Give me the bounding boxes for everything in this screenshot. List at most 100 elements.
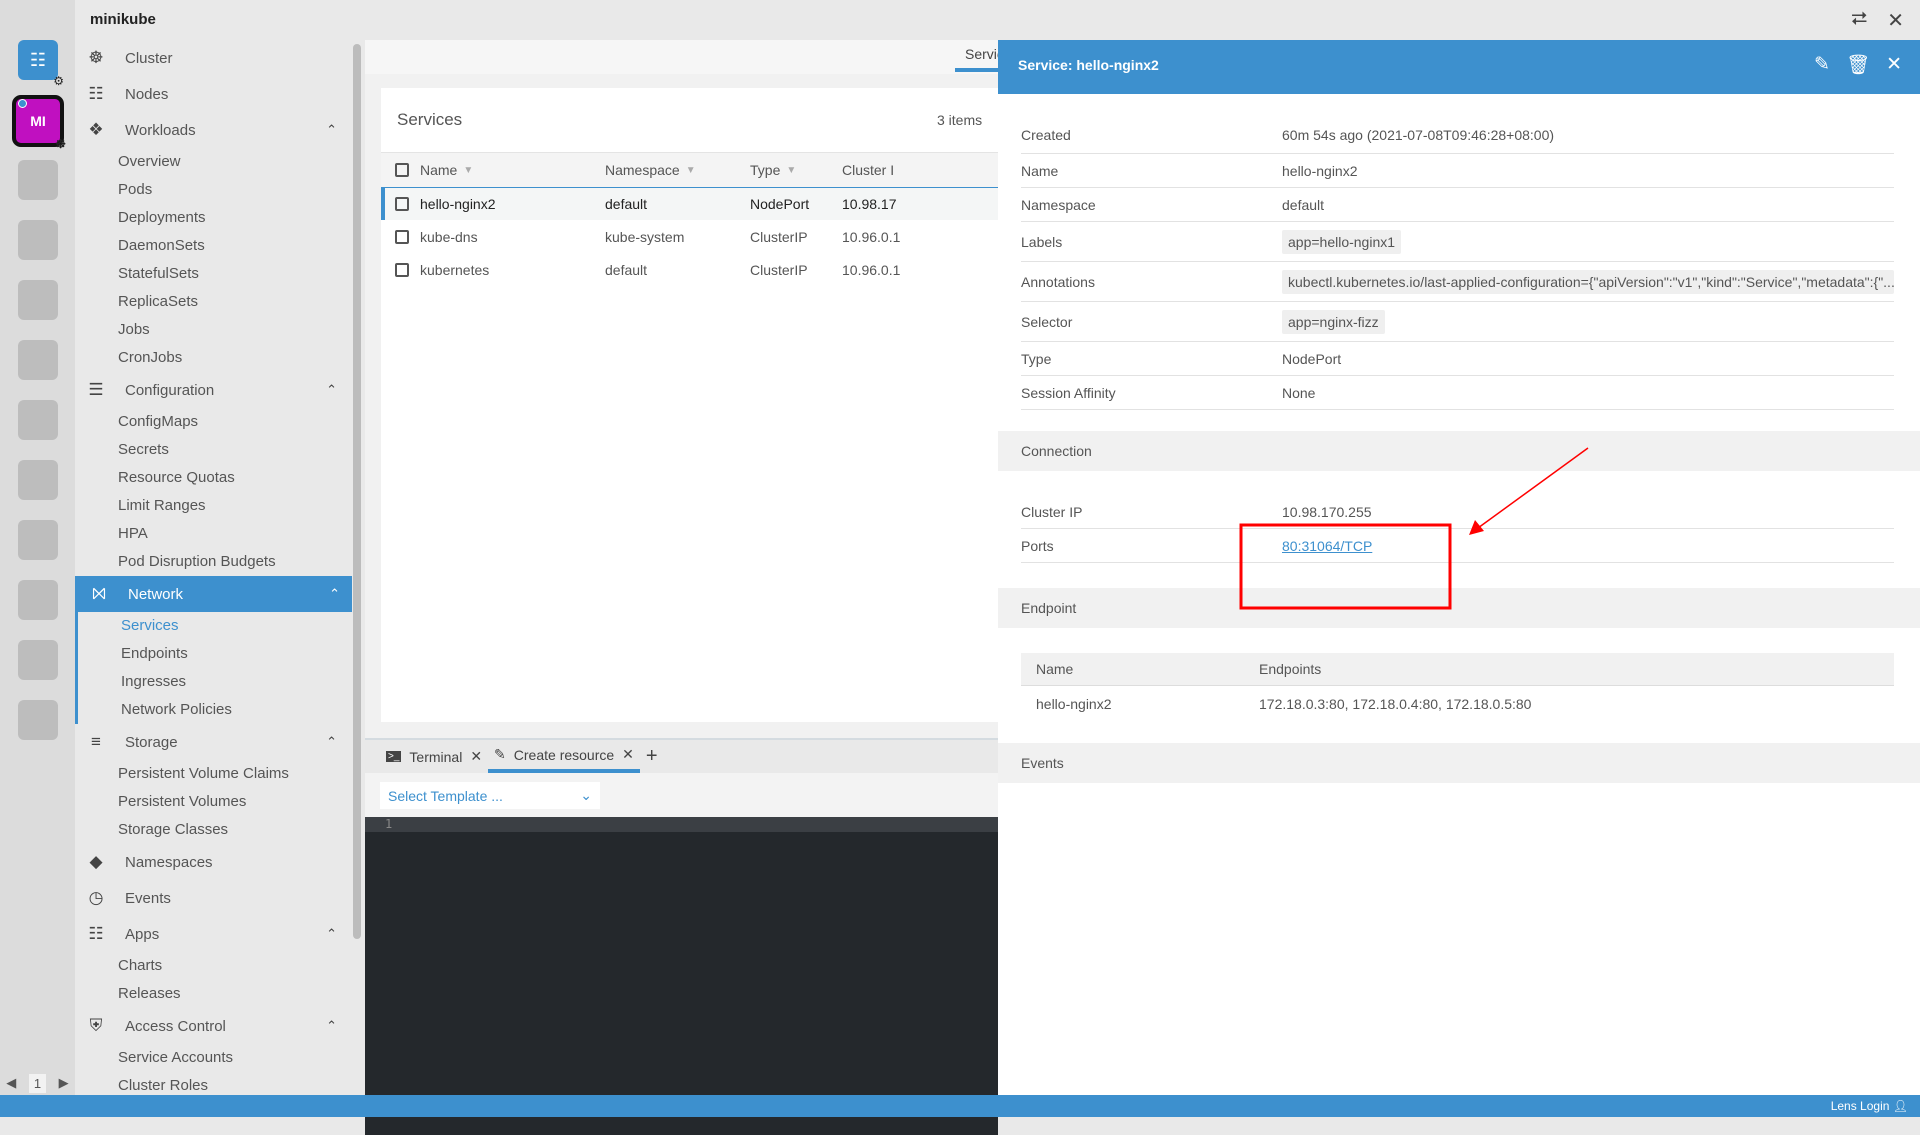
sidebar-subitem-services[interactable]: Services <box>78 612 352 640</box>
service-detail-panel: Service: hello-nginx2 ✎ 🗑︎ ✕ Created 60m … <box>998 40 1920 1095</box>
field-type: Type NodePort <box>1021 342 1894 376</box>
section-events: Events <box>998 743 1920 783</box>
next-page-icon[interactable]: ▶ <box>59 1075 69 1091</box>
table-row[interactable]: hello-nginx2 default NodePort 10.98.17 <box>381 187 998 220</box>
cell-namespace: default <box>605 196 648 212</box>
share-icon[interactable]: ⮂ <box>1851 8 1867 33</box>
close-icon[interactable]: ✕ <box>1886 53 1902 77</box>
title-bar: minikube ⮂ ✕ <box>0 0 1920 40</box>
port-link[interactable]: 80:31064/TCP <box>1282 538 1372 554</box>
cell-cluster-ip: 10.96.0.1 <box>842 228 901 245</box>
sidebar-subitem-statefulsets[interactable]: StatefulSets <box>75 260 349 288</box>
cluster-placeholder[interactable] <box>18 700 58 740</box>
field-cluster-ip: Cluster IP 10.98.170.255 <box>1021 495 1894 529</box>
cluster-placeholder[interactable] <box>18 220 58 260</box>
sidebar-subitem-resource-quotas[interactable]: Resource Quotas <box>75 464 349 492</box>
row-checkbox[interactable] <box>395 262 409 277</box>
gear-icon: ⚙ <box>53 74 64 88</box>
sidebar-subitem-limit-ranges[interactable]: Limit Ranges <box>75 492 349 520</box>
sidebar-item-label: Workloads <box>125 121 196 139</box>
sidebar-item-events[interactable]: ◷ Events <box>75 880 349 916</box>
cluster-placeholder[interactable] <box>18 640 58 680</box>
cell-cluster-ip: 10.96.0.1 <box>842 261 901 278</box>
sidebar-subitem-charts[interactable]: Charts <box>75 952 349 980</box>
cluster-placeholder[interactable] <box>18 460 58 500</box>
sidebar-item-label: Nodes <box>125 85 169 103</box>
sort-icon: ▼ <box>786 164 797 176</box>
cluster-placeholder[interactable] <box>18 280 58 320</box>
sidebar: ☸ Cluster ☷ Nodes ❖ Workloads ⌃ Overview Pods Dep… <box>75 40 365 1095</box>
sidebar-subitem-replicasets[interactable]: ReplicaSets <box>75 288 349 316</box>
close-icon[interactable]: ✕ <box>1887 8 1904 33</box>
sidebar-item-storage[interactable]: ≡ Storage ⌃ <box>75 724 349 760</box>
sidebar-subitem-pod-disruption-budgets[interactable]: Pod Disruption Budgets <box>75 548 349 576</box>
sidebar-subitem-persistent-volumes[interactable]: Persistent Volumes <box>75 788 349 816</box>
sidebar-subitem-overview[interactable]: Overview <box>75 148 349 176</box>
trash-icon[interactable]: 🗑︎ <box>1846 53 1870 77</box>
table-row[interactable]: kubernetes default ClusterIP 10.96.0.1 <box>381 253 998 286</box>
sidebar-subitem-cluster-roles[interactable]: Cluster Roles <box>75 1072 349 1095</box>
sidebar-subitem-cronjobs[interactable]: CronJobs <box>75 344 349 372</box>
select-all-checkbox[interactable] <box>395 163 409 177</box>
chevron-up-icon[interactable]: ⌃ <box>326 734 337 750</box>
sidebar-subitem-jobs[interactable]: Jobs <box>75 316 349 344</box>
edit-icon[interactable]: ✎ <box>1814 53 1830 77</box>
column-namespace[interactable]: Namespace ▼ <box>605 153 696 187</box>
tab-terminal[interactable]: >_ Terminal ✕ <box>380 740 488 773</box>
chevron-up-icon[interactable]: ⌃ <box>326 1018 337 1034</box>
close-tab-icon[interactable]: ✕ <box>470 748 482 765</box>
cell-name: kube-dns <box>420 228 478 245</box>
sidebar-subitem-deployments[interactable]: Deployments <box>75 204 349 232</box>
chevron-up-icon[interactable]: ⌃ <box>326 122 337 138</box>
sidebar-item-network[interactable]: ⨝ Network ⌃ <box>78 576 352 612</box>
table-row[interactable]: kube-dns kube-system ClusterIP 10.96.0.1 <box>381 220 998 253</box>
sidebar-subitem-releases[interactable]: Releases <box>75 980 349 1008</box>
cell-type: ClusterIP <box>750 261 808 278</box>
cell-type: NodePort <box>750 196 810 212</box>
chevron-up-icon[interactable]: ⌃ <box>329 586 340 602</box>
row-checkbox[interactable] <box>395 229 409 244</box>
layers-icon: ◆ <box>89 852 103 871</box>
column-type[interactable]: Type ▼ <box>750 153 796 187</box>
column-name[interactable]: Name ▼ <box>420 153 473 187</box>
sidebar-subitem-endpoints[interactable]: Endpoints <box>78 640 352 668</box>
sidebar-subitem-persistent-volume-claims[interactable]: Persistent Volume Claims <box>75 760 349 788</box>
sidebar-subitem-hpa[interactable]: HPA <box>75 520 349 548</box>
sidebar-item-apps[interactable]: ☷ Apps ⌃ <box>75 916 349 952</box>
sidebar-subitem-storage-classes[interactable]: Storage Classes <box>75 816 349 844</box>
tab-create-resource[interactable]: ✎ Create resource ✕ <box>488 740 640 773</box>
cluster-placeholder[interactable] <box>18 580 58 620</box>
chevron-up-icon[interactable]: ⌃ <box>326 382 337 398</box>
cluster-placeholder[interactable] <box>18 400 58 440</box>
close-tab-icon[interactable]: ✕ <box>622 746 634 763</box>
sidebar-subitem-configmaps[interactable]: ConfigMaps <box>75 408 349 436</box>
sidebar-subitem-secrets[interactable]: Secrets <box>75 436 349 464</box>
sidebar-item-workloads[interactable]: ❖ Workloads ⌃ <box>75 112 349 148</box>
sidebar-scrollbar[interactable] <box>353 44 361 939</box>
row-checkbox[interactable] <box>395 197 409 211</box>
sidebar-item-access-control[interactable]: ⛨ Access Control ⌃ <box>75 1008 349 1044</box>
column-cluster-ip[interactable]: Cluster I <box>842 153 894 187</box>
sidebar-subitem-daemonsets[interactable]: DaemonSets <box>75 232 349 260</box>
field-selector: Selector app=nginx-fizz <box>1021 302 1894 342</box>
chevron-up-icon[interactable]: ⌃ <box>326 926 337 942</box>
sidebar-item-nodes[interactable]: ☷ Nodes <box>75 76 349 112</box>
lens-login-button[interactable]: Lens Login 👤︎ <box>1831 1099 1908 1113</box>
field-annotations: Annotations kubectl.kubernetes.io/last-ap… <box>1021 262 1895 302</box>
sidebar-subitem-service-accounts[interactable]: Service Accounts <box>75 1044 349 1072</box>
cluster-placeholder[interactable] <box>18 340 58 380</box>
sidebar-subitem-pods[interactable]: Pods <box>75 176 349 204</box>
cluster-icon-minikube[interactable]: MI ☸ <box>12 95 66 151</box>
template-select[interactable]: Select Template ... ⌄ <box>380 782 600 809</box>
catalog-button[interactable]: ☷ ⚙ <box>18 40 64 88</box>
sidebar-item-configuration[interactable]: ☰ Configuration ⌃ <box>75 372 349 408</box>
sidebar-subitem-network-policies[interactable]: Network Policies <box>78 696 352 724</box>
new-tab-button[interactable]: + <box>640 740 664 773</box>
cluster-placeholder[interactable] <box>18 520 58 560</box>
sidebar-item-cluster[interactable]: ☸ Cluster <box>75 40 349 76</box>
sidebar-item-namespaces[interactable]: ◆ Namespaces <box>75 844 349 880</box>
code-editor[interactable]: 1 <box>365 817 998 1135</box>
cluster-placeholder[interactable] <box>18 160 58 200</box>
sidebar-subitem-ingresses[interactable]: Ingresses <box>78 668 352 696</box>
prev-page-icon[interactable]: ◀ <box>6 1075 16 1091</box>
